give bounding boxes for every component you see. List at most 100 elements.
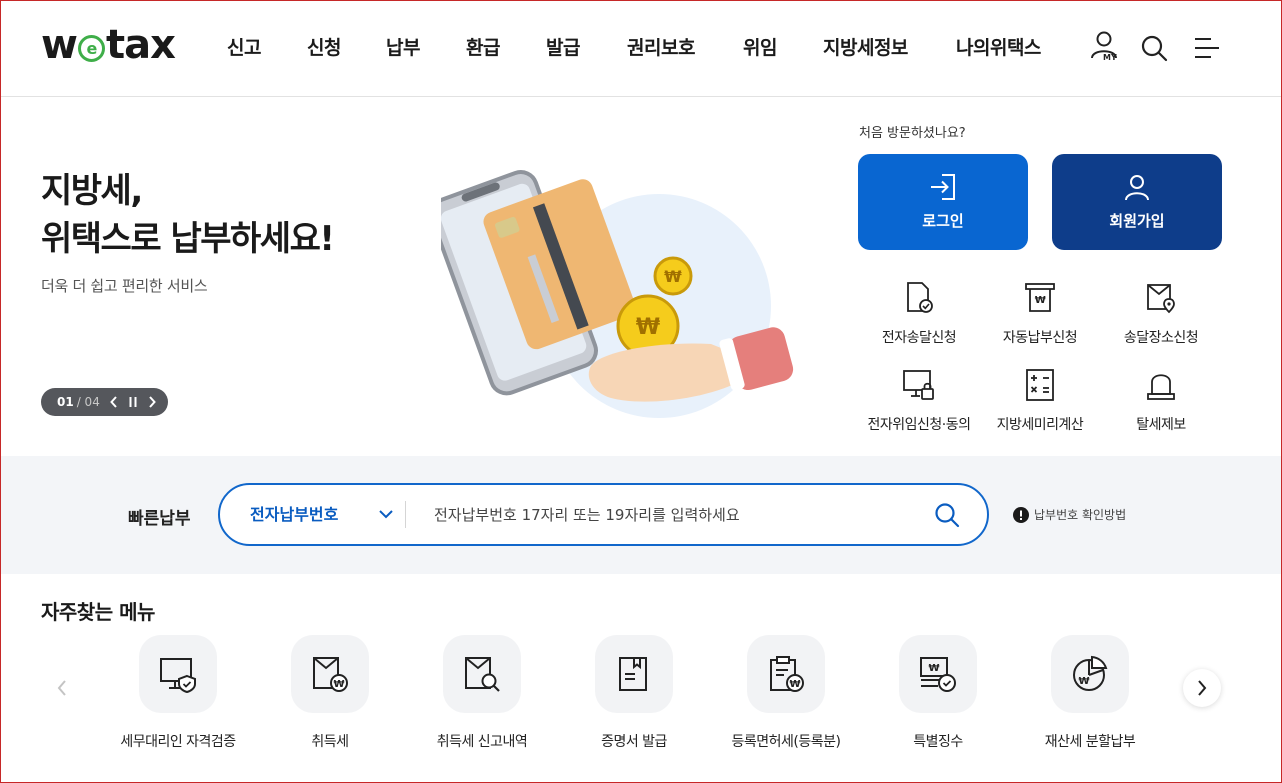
calculator-icon — [1026, 369, 1054, 401]
freq-property-tax-installment-label: 재산세 분할납부 — [1044, 734, 1136, 750]
sign-up-button[interactable]: 회원가입 — [1052, 154, 1222, 250]
clipboard-won-icon: ₩ — [770, 656, 804, 692]
quick-tax-evasion-report[interactable]: 탈세제보 — [1096, 368, 1226, 434]
quick-e-delivery[interactable]: 전자송달신청 — [854, 281, 984, 347]
carousel-next-button[interactable] — [1183, 669, 1221, 707]
freq-certificate-issue[interactable]: 증명서 발급 — [554, 635, 714, 751]
nav-localtax-info[interactable]: 지방세정보 — [823, 33, 908, 60]
freq-registration-license-tax[interactable]: ₩ 등록면허세(등록분) — [706, 635, 866, 751]
quick-tax-calculator-label: 지방세미리계산 — [996, 417, 1084, 433]
pager-prev-icon[interactable] — [109, 396, 118, 408]
login-button[interactable]: 로그인 — [858, 154, 1028, 250]
logo-text-w: w — [41, 22, 78, 68]
search-button[interactable] — [1140, 34, 1168, 62]
search-divider — [405, 501, 406, 528]
payment-number-help-label: 납부번호 확인방법 — [1034, 508, 1127, 522]
svg-text:₩: ₩ — [789, 679, 800, 690]
nav-issue[interactable]: 발급 — [546, 33, 580, 60]
quick-auto-payment-label: 자동납부신청 — [1002, 330, 1078, 346]
chevron-left-icon — [57, 680, 66, 696]
pager-current: 01 — [57, 395, 74, 409]
carousel-prev-button[interactable] — [43, 669, 81, 707]
my-label: MY — [1103, 53, 1117, 62]
svg-text:₩: ₩ — [664, 267, 682, 286]
freq-tile — [443, 635, 521, 713]
svg-text:₩: ₩ — [1035, 295, 1046, 306]
quick-e-delegation[interactable]: 전자위임신청·동의 — [854, 368, 984, 434]
svg-text:₩: ₩ — [1078, 676, 1089, 687]
quick-auto-payment[interactable]: ₩ 자동납부신청 — [975, 281, 1105, 347]
chevron-down-icon[interactable] — [378, 507, 394, 521]
quick-payment-search-box: 전자납부번호 — [218, 483, 989, 546]
freq-tax-agent-verification-label: 세무대리인 자격검증 — [120, 734, 236, 750]
quick-payment-label: 빠른납부 — [128, 509, 191, 529]
site-header: w e tax 신고 신청 납부 환급 발급 권리보호 위임 지방세정보 나의위택스… — [1, 1, 1281, 97]
banner-pager: 01 / 04 — [41, 388, 168, 416]
exclamation-circle-icon — [1013, 506, 1029, 523]
hero-title-line2: 위택스로 납부하세요! — [41, 219, 335, 259]
freq-special-collection-label: 특별징수 — [913, 734, 963, 750]
hero-phone-card-coin-illustration: ₩ ₩ — [441, 170, 794, 418]
svg-text:₩: ₩ — [333, 679, 344, 690]
logo-e-mark: e — [77, 34, 105, 62]
freq-tile: ₩ — [291, 635, 369, 713]
svg-text:₩: ₩ — [928, 663, 939, 674]
payment-number-type-select[interactable]: 전자납부번호 — [250, 485, 338, 544]
freq-tile: ₩ — [899, 635, 977, 713]
payment-number-help-link[interactable]: 납부번호 확인방법 — [1013, 506, 1126, 523]
nav-refund[interactable]: 환급 — [466, 33, 500, 60]
freq-acquisition-tax-history-label: 취득세 신고내역 — [436, 734, 528, 750]
document-check-icon — [907, 282, 933, 313]
quick-delivery-location[interactable]: 송달장소신청 — [1096, 281, 1226, 347]
freq-tile — [139, 635, 217, 713]
receipt-check-icon: ₩ — [920, 657, 956, 692]
svg-text:₩: ₩ — [636, 315, 660, 340]
hero-title-line1: 지방세, — [41, 171, 143, 211]
wetax-logo[interactable]: w e tax — [41, 22, 176, 68]
freq-property-tax-installment[interactable]: ₩ 재산세 분할납부 — [1010, 635, 1170, 751]
freq-registration-license-tax-label: 등록면허세(등록분) — [731, 734, 841, 750]
auto-pay-receipt-icon: ₩ — [1025, 283, 1055, 312]
login-label: 로그인 — [922, 212, 964, 230]
hero-subtitle: 더욱 더 쉽고 편리한 서비스 — [41, 277, 208, 295]
quick-tax-calculator[interactable]: 지방세미리계산 — [975, 368, 1105, 434]
payment-number-input[interactable] — [434, 497, 914, 532]
freq-special-collection[interactable]: ₩ 특별징수 — [858, 635, 1018, 751]
quick-payment-section: 빠른납부 전자납부번호 납부번호 확인방법 — [1, 456, 1281, 574]
nav-apply[interactable]: 신청 — [307, 33, 341, 60]
nav-pay[interactable]: 납부 — [386, 33, 420, 60]
freq-tile — [595, 635, 673, 713]
freq-acquisition-tax-history[interactable]: 취득세 신고내역 — [402, 635, 562, 751]
nav-delegate[interactable]: 위임 — [743, 33, 777, 60]
hero-title: 지방세, 위택스로 납부하세요! — [41, 167, 335, 263]
nav-my-wetax[interactable]: 나의위택스 — [956, 33, 1041, 60]
nav-report[interactable]: 신고 — [227, 33, 261, 60]
quick-e-delegation-label: 전자위임신청·동의 — [867, 417, 972, 433]
search-icon[interactable] — [934, 502, 960, 528]
freq-tile: ₩ — [1051, 635, 1129, 713]
freq-tax-agent-verification[interactable]: 세무대리인 자격검증 — [98, 635, 258, 751]
monitor-lock-icon — [903, 370, 934, 400]
mail-location-icon — [1147, 284, 1175, 314]
pager-pause-icon[interactable] — [128, 396, 138, 408]
building-won-icon: ₩ — [313, 657, 348, 692]
quick-tax-evasion-report-label: 탈세제보 — [1136, 417, 1186, 433]
logo-text-tax: tax — [105, 22, 176, 68]
my-page-button[interactable]: MY — [1089, 29, 1121, 63]
certificate-bookmark-icon — [619, 657, 647, 691]
document-search-icon — [465, 657, 500, 692]
menu-button[interactable] — [1193, 36, 1221, 60]
quick-delivery-location-label: 송달장소신청 — [1123, 330, 1199, 346]
alarm-siren-icon — [1147, 374, 1175, 400]
frequent-menu-title: 자주찾는 메뉴 — [41, 600, 155, 624]
search-icon — [1141, 35, 1168, 62]
first-visit-text: 처음 방문하셨나요? — [859, 126, 966, 141]
nav-rights[interactable]: 권리보호 — [627, 33, 695, 60]
freq-acquisition-tax[interactable]: ₩ 취득세 — [250, 635, 410, 751]
chevron-right-icon — [1198, 680, 1207, 696]
freq-certificate-issue-label: 증명서 발급 — [601, 734, 667, 750]
pager-next-icon[interactable] — [148, 396, 156, 408]
quick-e-delivery-label: 전자송달신청 — [881, 330, 957, 346]
login-icon — [931, 174, 955, 200]
pie-chart-won-icon: ₩ — [1073, 655, 1108, 691]
